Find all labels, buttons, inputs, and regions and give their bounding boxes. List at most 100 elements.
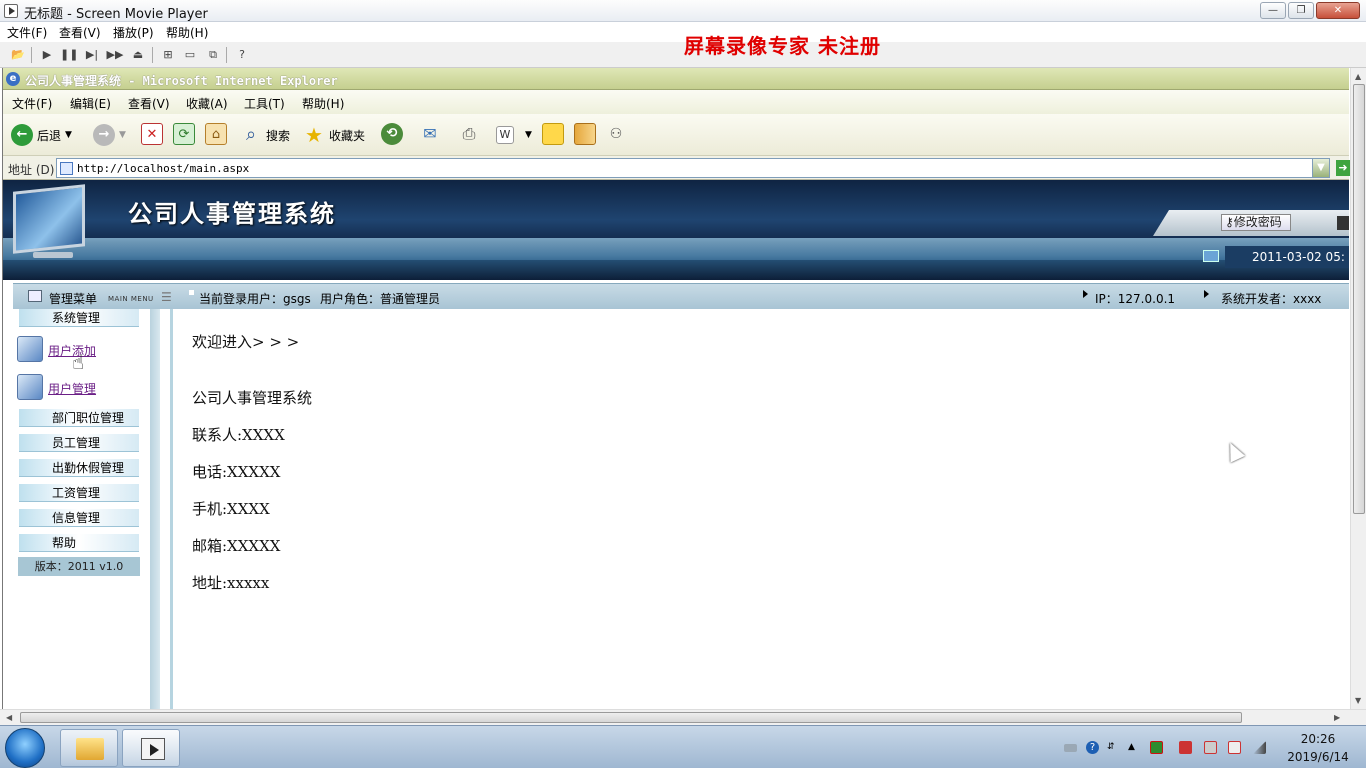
pause-icon[interactable]: ❚❚: [60, 46, 78, 64]
help-tray-icon[interactable]: ?: [1086, 741, 1099, 754]
player-menu-play[interactable]: 播放(P): [113, 24, 154, 41]
messenger-icon[interactable]: ⚇: [605, 123, 627, 145]
vertical-scroll-thumb[interactable]: [1353, 84, 1365, 514]
banner-band: [3, 238, 1349, 260]
company-name: 公司人事管理系统: [192, 389, 313, 407]
player-menu-file[interactable]: 文件(F): [7, 24, 47, 41]
web-page: 公司人事管理系统 ⚷修改密码 2011-03-02 05: 管理菜单 MAIN …: [3, 180, 1349, 709]
monitor-logo-icon: [13, 184, 85, 254]
address-input[interactable]: http://localhost/main.aspx ▼: [56, 158, 1330, 178]
player-taskbar-button[interactable]: [122, 729, 180, 767]
ie-menu-view[interactable]: 查看(V): [128, 95, 170, 112]
scroll-left-icon[interactable]: ◀: [6, 713, 12, 722]
search-button[interactable]: ⌕ 搜索: [240, 123, 290, 147]
arrow-icon: [1083, 290, 1088, 298]
forward-button[interactable]: → ▼: [93, 123, 126, 147]
player-app-icon: [4, 4, 18, 18]
ie-menu-help[interactable]: 帮助(H): [302, 95, 344, 112]
user-role: 用户角色：普通管理员: [320, 292, 441, 306]
sidebar-item-help[interactable]: 帮助: [19, 534, 139, 552]
ie-menu-edit[interactable]: 编辑(E): [70, 95, 111, 112]
signal-icon[interactable]: [1253, 741, 1266, 754]
start-button[interactable]: [5, 728, 45, 768]
hand-cursor-icon: ☝: [72, 350, 85, 374]
ie-menu-bar: 文件(F) 编辑(E) 查看(V) 收藏(A) 工具(T) 帮助(H): [3, 90, 1349, 114]
help-icon[interactable]: ?: [233, 46, 251, 64]
edit-word-icon[interactable]: W: [496, 126, 514, 144]
sidebar-item-attendance[interactable]: 出勤休假管理: [19, 459, 139, 477]
open-file-icon[interactable]: 📂: [9, 46, 27, 64]
change-password-label: 修改密码: [1233, 215, 1282, 229]
back-label: 后退: [37, 128, 62, 143]
back-dropdown-icon[interactable]: ▼: [65, 130, 72, 140]
explorer-taskbar-button[interactable]: [60, 729, 118, 767]
home-icon[interactable]: ⌂: [205, 123, 227, 145]
discuss-icon[interactable]: [542, 123, 564, 145]
phone-number: 电话:XXXXX: [192, 463, 281, 481]
folder-icon: [76, 738, 104, 760]
arrow-icon: [1204, 290, 1209, 298]
main-content: 欢迎进入> > > 公司人事管理系统 联系人:XXXX 电话:XXXXX 手机:…: [170, 309, 1349, 709]
ie-menu-file[interactable]: 文件(F): [12, 95, 52, 112]
ie-menu-tools[interactable]: 工具(T): [244, 95, 285, 112]
sidebar-item-system[interactable]: 系统管理: [19, 309, 139, 327]
logout-icon[interactable]: [1337, 216, 1349, 230]
fullscreen-icon[interactable]: ⊞: [159, 46, 177, 64]
keyboard-icon[interactable]: [1064, 744, 1077, 752]
minimize-button[interactable]: —: [1260, 2, 1286, 19]
close-button[interactable]: ✕: [1316, 2, 1360, 19]
step-forward-icon[interactable]: ▶|: [83, 46, 101, 64]
clock-time: 20:26: [1300, 732, 1336, 746]
go-arrow-icon[interactable]: ➜: [1336, 160, 1350, 176]
monitor-stand: [33, 252, 73, 258]
fast-forward-icon[interactable]: ▶▶: [106, 46, 124, 64]
play-icon[interactable]: ▶: [38, 46, 56, 64]
horizontal-scroll-thumb[interactable]: [20, 712, 1242, 723]
favorites-button[interactable]: ★ 收藏夹: [303, 123, 365, 147]
menu-toggle-icon[interactable]: ☰: [161, 290, 172, 304]
sidebar-item-salary[interactable]: 工资管理: [19, 484, 139, 502]
player-toolbar: 📂 ▶ ❚❚ ▶| ▶▶ ⏏ ⊞ ▭ ⧉ ?: [0, 42, 1366, 68]
taskbar: ? ⇵ ▲ 20:26 2019/6/14: [0, 725, 1366, 768]
show-hidden-icons[interactable]: ▲: [1128, 741, 1141, 754]
mail-icon[interactable]: ✉: [419, 123, 441, 145]
print-icon[interactable]: ⎙: [458, 123, 480, 145]
sidebar-item-info[interactable]: 信息管理: [19, 509, 139, 527]
scroll-up-icon[interactable]: ▲: [1355, 72, 1361, 81]
sidebar-item-employees[interactable]: 员工管理: [19, 434, 139, 452]
screen-icon: [1203, 250, 1219, 262]
stop-icon[interactable]: ⏏: [129, 46, 147, 64]
user-add-icon: [17, 336, 43, 362]
status-bar: 管理菜单 MAIN MENU ☰ 当前登录用户：gsgs 用户角色：普通管理员 …: [13, 283, 1349, 309]
back-button[interactable]: ← 后退 ▼: [11, 123, 72, 147]
stop-page-icon[interactable]: ✕: [141, 123, 163, 145]
system-clock[interactable]: 20:26 2019/6/14: [1278, 730, 1358, 766]
player-icon: [141, 738, 165, 760]
research-icon[interactable]: [574, 123, 596, 145]
vertical-scrollbar[interactable]: ▲ ▼: [1350, 68, 1366, 709]
ip-address: IP：127.0.0.1: [1095, 292, 1176, 306]
sidebar-item-departments[interactable]: 部门职位管理: [19, 409, 139, 427]
change-password-button[interactable]: ⚷修改密码: [1221, 214, 1291, 231]
edit-dropdown-icon[interactable]: ▼: [525, 123, 532, 147]
history-icon[interactable]: ⟲: [381, 123, 403, 145]
restore-button[interactable]: ❐: [1288, 2, 1314, 19]
ie-menu-favorites[interactable]: 收藏(A): [186, 95, 228, 112]
scroll-down-icon[interactable]: ▼: [1355, 696, 1361, 705]
sidebar-link-user-manage[interactable]: 用户管理: [48, 380, 96, 397]
player-menu-view[interactable]: 查看(V): [59, 24, 101, 41]
app-tray-icon[interactable]: [1179, 741, 1192, 754]
player-menu-help[interactable]: 帮助(H): [166, 24, 208, 41]
player-menu-bar: 文件(F) 查看(V) 播放(P) 帮助(H): [0, 22, 1366, 42]
network-disconnected-icon[interactable]: [1228, 741, 1241, 754]
scroll-right-icon[interactable]: ▶: [1334, 713, 1340, 722]
export-icon[interactable]: ⧉: [204, 46, 222, 64]
horizontal-scrollbar[interactable]: ◀ ▶: [0, 709, 1366, 725]
refresh-icon[interactable]: ⟳: [173, 123, 195, 145]
language-icon[interactable]: ⇵: [1107, 741, 1120, 754]
window-size-icon[interactable]: ▭: [181, 46, 199, 64]
address-dropdown-icon[interactable]: ▼: [1312, 159, 1329, 177]
sidebar-divider[interactable]: [150, 309, 160, 709]
volume-muted-icon[interactable]: [1204, 741, 1217, 754]
security-icon[interactable]: [1150, 741, 1163, 754]
